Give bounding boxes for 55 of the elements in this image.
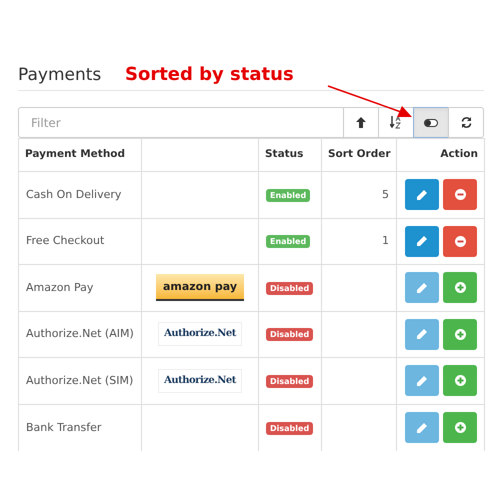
edit-button[interactable] [405,318,439,350]
toggle-icon [424,118,438,126]
plus-circle-icon [454,375,466,386]
edit-button[interactable] [405,226,439,257]
pencil-icon [417,329,427,340]
pencil-icon [417,190,427,200]
section-title: Payments [18,67,102,84]
column-header: Status [258,138,322,172]
pencil-icon [417,422,427,433]
up-button[interactable] [343,107,379,138]
edit-button[interactable] [405,365,439,396]
status-badge: Disabled [266,328,314,341]
sort-alpha-icon [390,116,402,129]
method-name: Bank Transfer [26,420,102,434]
edit-button[interactable] [405,179,439,210]
annotation-text: Sorted by status [125,66,294,84]
refresh-button[interactable] [448,107,484,138]
authorize-net-logo: Authorize.Net [158,368,242,393]
refresh-icon [460,117,472,128]
method-name: Amazon Pay [26,280,94,294]
uninstall-button[interactable] [443,226,477,257]
status-badge: Disabled [266,422,314,434]
plus-circle-icon [454,422,466,434]
status-badge: Enabled [266,235,310,248]
sort-order: 1 [382,234,389,247]
status-badge: Enabled [266,188,310,202]
status-badge: Disabled [266,282,314,294]
column-header: Payment Method [18,138,142,172]
sort-order: 5 [382,188,389,200]
pencil-icon [417,282,427,293]
authorize-net-logo: Authorize.Net [158,322,242,346]
pencil-icon [417,236,427,246]
column-header: Sort Order [322,138,396,172]
plus-circle-icon [454,282,466,294]
uninstall-button[interactable] [443,179,477,210]
method-name: Authorize.Net (AIM) [26,327,134,340]
amazon-pay-logo: amazon pay [156,274,244,302]
minus-circle-icon [454,236,466,247]
filter-field[interactable]: Filter [18,107,344,138]
method-name: Free Checkout [26,234,104,247]
status-badge: Disabled [266,374,314,388]
install-button[interactable] [443,272,477,304]
arrow-up-icon [356,117,366,128]
column-header: Action [396,138,484,172]
minus-circle-icon [454,189,466,200]
edit-button[interactable] [405,412,439,444]
edit-button[interactable] [405,272,439,304]
install-button[interactable] [443,318,477,350]
install-button[interactable] [443,412,477,444]
install-button[interactable] [443,365,477,396]
toggle-button[interactable] [413,107,449,138]
method-name: Authorize.Net (SIM) [26,374,134,386]
plus-circle-icon [454,328,466,340]
pencil-icon [417,376,427,386]
method-name: Cash On Delivery [26,188,122,200]
